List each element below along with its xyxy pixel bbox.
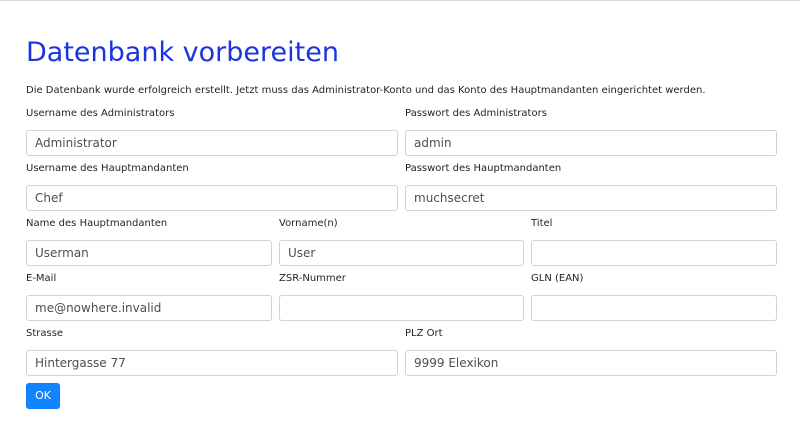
admin-password-input[interactable] — [405, 130, 777, 156]
zip-city-group: PLZ Ort — [405, 327, 777, 376]
top-divider — [0, 0, 800, 3]
zsr-input[interactable] — [279, 295, 524, 321]
title-input[interactable] — [531, 240, 777, 266]
main-password-input[interactable] — [405, 185, 777, 211]
admin-username-input[interactable] — [26, 130, 398, 156]
intro-text: Die Datenbank wurde erfolgreich erstellt… — [26, 85, 706, 96]
admin-password-group: Passwort des Administrators — [405, 107, 777, 156]
street-group: Strasse — [26, 327, 398, 376]
firstname-input[interactable] — [279, 240, 524, 266]
zsr-label: ZSR-Nummer — [279, 273, 346, 284]
admin-username-label: Username des Administrators — [26, 108, 175, 119]
title-label: Titel — [531, 218, 553, 229]
main-username-input[interactable] — [26, 185, 398, 211]
email-input[interactable] — [26, 295, 272, 321]
admin-username-group: Username des Administrators — [26, 107, 398, 156]
street-input[interactable] — [26, 350, 398, 376]
main-username-group: Username des Hauptmandanten — [26, 162, 398, 211]
ok-button[interactable]: OK — [26, 383, 60, 409]
main-password-label: Passwort des Hauptmandanten — [405, 163, 562, 174]
zsr-group: ZSR-Nummer — [279, 272, 524, 321]
firstname-group: Vorname(n) — [279, 217, 524, 266]
main-name-label: Name des Hauptmandanten — [26, 218, 168, 229]
gln-input[interactable] — [531, 295, 777, 321]
firstname-label: Vorname(n) — [279, 218, 338, 229]
gln-group: GLN (EAN) — [531, 272, 777, 321]
email-group: E-Mail — [26, 272, 272, 321]
page-title: Datenbank vorbereiten — [26, 37, 339, 68]
email-label: E-Mail — [26, 273, 57, 284]
main-name-group: Name des Hauptmandanten — [26, 217, 272, 266]
zip-city-input[interactable] — [405, 350, 777, 376]
street-label: Strasse — [26, 328, 64, 339]
admin-password-label: Passwort des Administrators — [405, 108, 547, 119]
zip-city-label: PLZ Ort — [405, 328, 443, 339]
main-name-input[interactable] — [26, 240, 272, 266]
gln-label: GLN (EAN) — [531, 273, 584, 284]
main-password-group: Passwort des Hauptmandanten — [405, 162, 777, 211]
title-group: Titel — [531, 217, 777, 266]
main-username-label: Username des Hauptmandanten — [26, 163, 189, 174]
